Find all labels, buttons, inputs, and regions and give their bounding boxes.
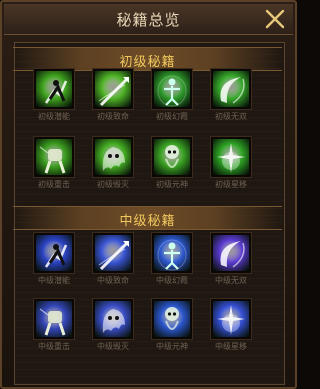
book-tile-intermediate-7[interactable] [152,299,192,339]
book-label: 中级重击 [38,342,70,351]
fist-icon [36,301,72,337]
book-tile-intermediate-6[interactable] [93,299,133,339]
spirit-figure-icon [154,71,190,107]
book-tile-basic-4[interactable] [211,69,251,109]
book-label: 初级致命 [97,112,129,121]
lunge-icon [36,235,72,271]
book-tile-basic-7[interactable] [152,137,192,177]
book-label: 中级元神 [156,342,188,351]
book-label: 中级星移 [215,342,247,351]
book-label: 初级元神 [156,180,188,189]
book-tile-basic-3[interactable] [152,69,192,109]
section-title-basic: 初级秘籍 [119,55,176,70]
book-label: 中级幻霞 [156,276,188,285]
section-title-intermediate: 中级秘籍 [119,214,176,229]
book-tile-intermediate-5[interactable] [34,299,74,339]
book-label: 中级潜能 [38,276,70,285]
book-tile-basic-1[interactable] [34,69,74,109]
book-tile-intermediate-4[interactable] [211,233,251,273]
book-label: 初级幻霞 [156,112,188,121]
crescent-slash-icon [213,235,249,271]
book-tile-intermediate-8[interactable] [211,299,251,339]
ghost-claw-icon [95,139,131,175]
book-tile-basic-8[interactable] [211,137,251,177]
spirit-figure-icon [154,235,190,271]
book-tile-intermediate-3[interactable] [152,233,192,273]
book-label: 初级重击 [38,180,70,189]
book-label: 初级毁灭 [97,180,129,189]
book-tile-basic-6[interactable] [93,137,133,177]
book-label: 中级致命 [97,276,129,285]
close-icon[interactable] [263,7,287,31]
book-label: 初级无双 [215,112,247,121]
skull-spirit-icon [154,301,190,337]
burst-icon [213,301,249,337]
book-tile-intermediate-1[interactable] [34,233,74,273]
title-bar: 秘籍总览 [4,4,293,35]
burst-icon [213,139,249,175]
crescent-slash-icon [213,71,249,107]
book-tile-basic-2[interactable] [93,69,133,109]
book-label: 中级无双 [215,276,247,285]
fist-icon [36,139,72,175]
book-label: 初级星移 [215,180,247,189]
book-label: 初级潜能 [38,112,70,121]
lunge-icon [36,71,72,107]
arrow-strike-icon [95,71,131,107]
ghost-claw-icon [95,301,131,337]
section-header-intermediate: 中级秘籍 [13,206,282,230]
book-tile-intermediate-2[interactable] [93,233,133,273]
skull-spirit-icon [154,139,190,175]
window-title: 秘籍总览 [116,11,181,29]
section-header-basic: 初级秘籍 [13,47,282,71]
book-tile-basic-5[interactable] [34,137,74,177]
arrow-strike-icon [95,235,131,271]
book-label: 中级毁灭 [97,342,129,351]
